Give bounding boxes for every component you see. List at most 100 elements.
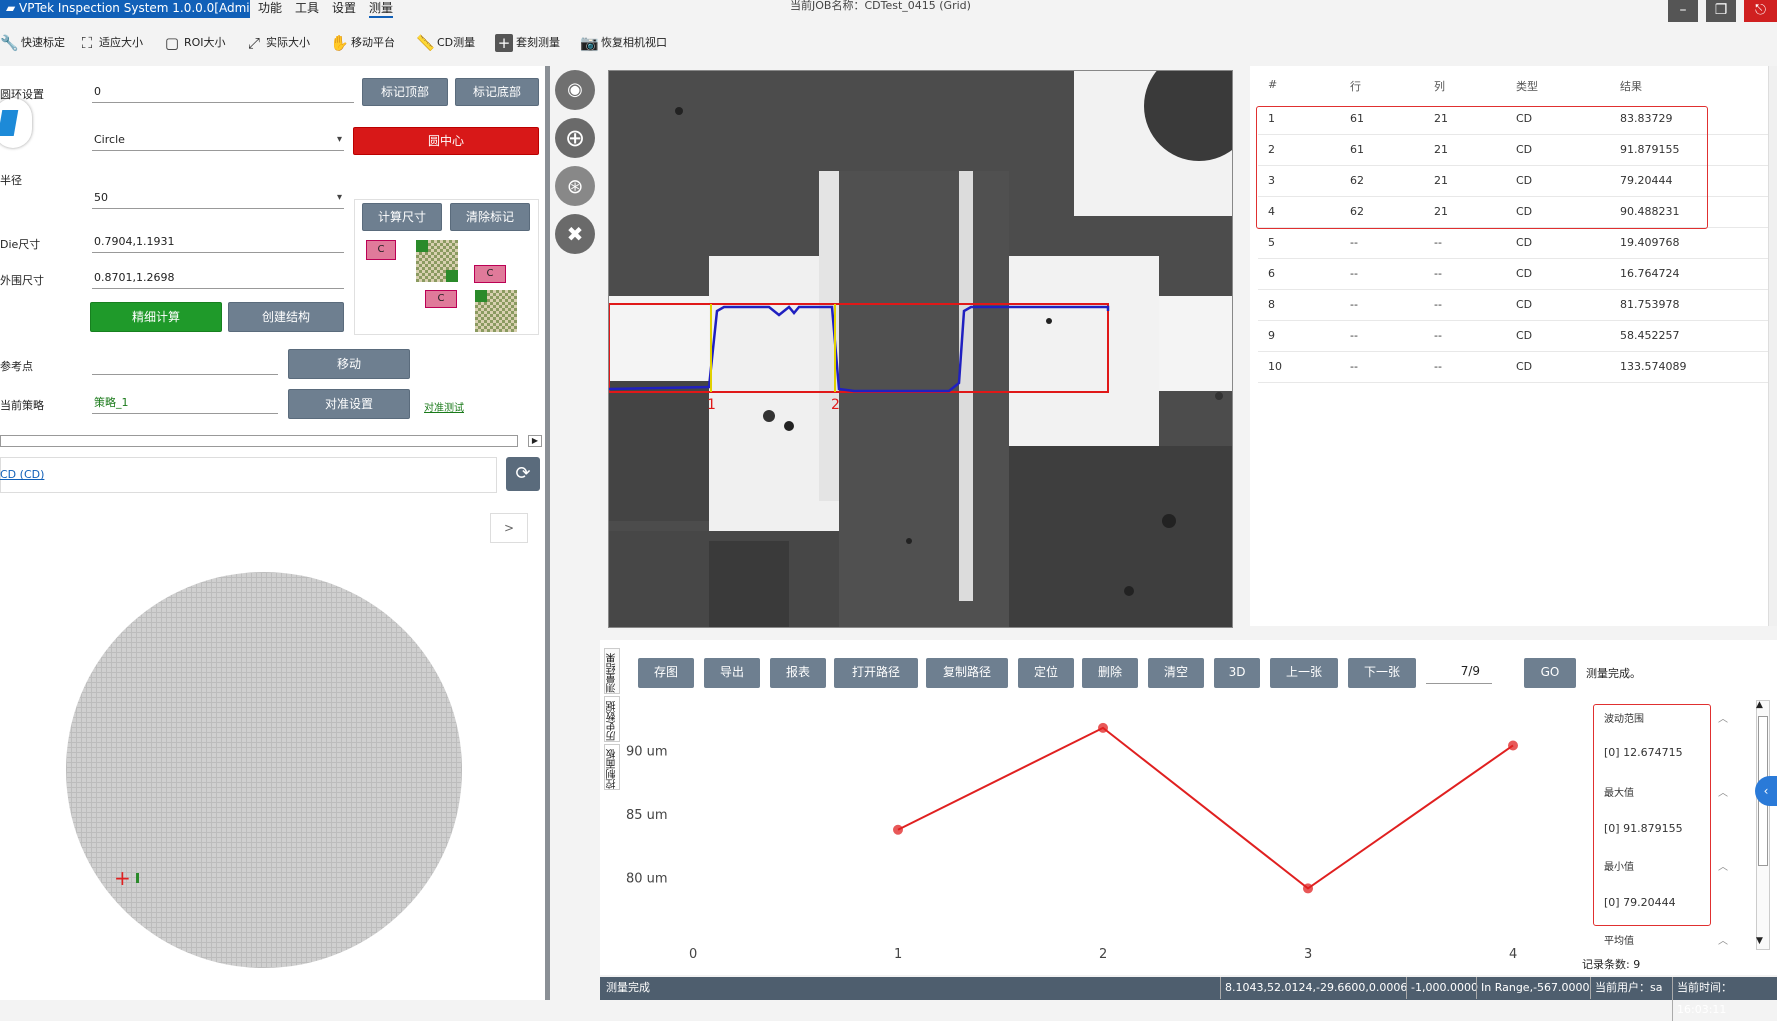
- table-cell[interactable]: --: [1350, 360, 1358, 373]
- camera-image-view[interactable]: 1 2: [608, 70, 1233, 628]
- expand-button[interactable]: >: [490, 513, 528, 543]
- scroll-right-icon[interactable]: ▶: [528, 435, 542, 447]
- table-cell[interactable]: 9: [1268, 329, 1275, 342]
- fine-calc-button[interactable]: 精细计算: [90, 302, 222, 332]
- exit-button[interactable]: ⎋: [1744, 0, 1777, 22]
- table-cell[interactable]: --: [1434, 360, 1442, 373]
- table-cell[interactable]: CD: [1516, 329, 1532, 342]
- table-cell[interactable]: 5: [1268, 236, 1275, 249]
- table-cell[interactable]: --: [1434, 236, 1442, 249]
- next-image-button[interactable]: 下一张: [1348, 658, 1416, 688]
- strategy-field[interactable]: 策略_1: [92, 394, 278, 414]
- page-field[interactable]: 7/9: [1426, 664, 1492, 684]
- app-logo: [0, 98, 32, 148]
- cd-item-link[interactable]: CD (CD): [0, 468, 44, 481]
- scroll-down-icon[interactable]: ▼: [1756, 936, 1763, 946]
- table-cell[interactable]: 16.764724: [1620, 267, 1680, 280]
- shape-select[interactable]: Circle: [92, 131, 344, 151]
- refresh-icon[interactable]: ⟳: [506, 457, 540, 491]
- create-structure-button[interactable]: 创建结构: [228, 302, 344, 332]
- radius-select[interactable]: 50: [92, 189, 344, 209]
- align-test-link[interactable]: 对准测试: [424, 399, 464, 414]
- cd-measure-button[interactable]: 📏 CD测量: [416, 30, 475, 56]
- align-settings-button[interactable]: 对准设置: [288, 389, 410, 419]
- move-stage-button[interactable]: ✋ 移动平台: [330, 30, 395, 56]
- mark-bottom-button[interactable]: 标记底部: [455, 78, 539, 106]
- roi-size-button[interactable]: ▢ ROI大小: [163, 30, 226, 56]
- calc-size-button[interactable]: 计算尺寸: [362, 203, 442, 231]
- menu-function[interactable]: 功能: [258, 0, 282, 18]
- table-cell[interactable]: 58.452257: [1620, 329, 1680, 342]
- table-cell[interactable]: 19.409768: [1620, 236, 1680, 249]
- overlay-measure-button[interactable]: + 套刻测量: [495, 30, 560, 56]
- panel-splitter[interactable]: [545, 66, 550, 1000]
- status-z: -1,000.0000: [1406, 977, 1478, 999]
- satellite-icon[interactable]: ✖: [555, 214, 595, 254]
- quick-calibrate-button[interactable]: 🔧 快速标定: [0, 30, 65, 56]
- collapse-avg-icon[interactable]: ︿: [1718, 932, 1728, 947]
- collapse-range-icon[interactable]: ︿: [1718, 710, 1728, 725]
- col-header-result: 结果: [1620, 80, 1642, 93]
- data-point: [893, 824, 903, 835]
- circle-center-button[interactable]: 圆中心: [353, 127, 539, 155]
- maximize-button[interactable]: ❐: [1706, 0, 1736, 22]
- clear-button[interactable]: 清空: [1148, 658, 1204, 688]
- prev-image-button[interactable]: 上一张: [1270, 658, 1338, 688]
- table-cell[interactable]: CD: [1516, 360, 1532, 373]
- capture-camera-icon[interactable]: ◉: [555, 70, 595, 110]
- collapse-max-icon[interactable]: ︿: [1718, 784, 1728, 799]
- menu-measure[interactable]: 测量: [369, 0, 394, 18]
- wafer-map[interactable]: [66, 572, 462, 968]
- actual-size-button[interactable]: ⤢ 实际大小: [245, 30, 310, 56]
- table-cell[interactable]: 8: [1268, 298, 1275, 311]
- table-cell[interactable]: --: [1350, 267, 1358, 280]
- table-cell[interactable]: CD: [1516, 236, 1532, 249]
- table-row-divider: [1258, 320, 1768, 321]
- scroll-up-icon[interactable]: ▲: [1756, 700, 1763, 710]
- record-count: 记录条数: 9: [1582, 958, 1641, 971]
- table-cell[interactable]: --: [1434, 298, 1442, 311]
- go-button[interactable]: GO: [1524, 658, 1576, 688]
- open-path-button[interactable]: 打开路径: [834, 658, 918, 688]
- outer-size-field[interactable]: 0.8701,1.2698: [92, 269, 344, 289]
- table-cell[interactable]: 10: [1268, 360, 1282, 373]
- locate-button[interactable]: 定位: [1018, 658, 1074, 688]
- table-cell[interactable]: --: [1350, 298, 1358, 311]
- move-button[interactable]: 移动: [288, 349, 410, 379]
- menu-settings[interactable]: 设置: [332, 0, 356, 18]
- table-cell[interactable]: --: [1350, 329, 1358, 342]
- fit-size-button[interactable]: ⛶ 适应大小: [78, 30, 143, 56]
- ref-point-field[interactable]: [92, 355, 278, 375]
- collapse-side-icon[interactable]: ‹: [1755, 776, 1777, 806]
- table-cell[interactable]: CD: [1516, 298, 1532, 311]
- tab-history[interactable]: 历史数据: [604, 696, 620, 742]
- 3d-button[interactable]: 3D: [1214, 658, 1260, 688]
- tab-measure-results[interactable]: 测量结果: [604, 648, 620, 694]
- table-cell[interactable]: 81.753978: [1620, 298, 1680, 311]
- save-image-button[interactable]: 存图: [638, 658, 694, 688]
- menu-tools[interactable]: 工具: [295, 0, 319, 18]
- table-cell[interactable]: --: [1434, 267, 1442, 280]
- horizontal-scrollbar[interactable]: [0, 435, 518, 447]
- clear-mark-button[interactable]: 清除标记: [450, 203, 530, 231]
- ring-settings-field[interactable]: 0: [92, 83, 354, 103]
- minimize-button[interactable]: –: [1668, 0, 1698, 22]
- tab-control-panel[interactable]: 控制面板: [604, 744, 620, 790]
- plus-icon: +: [495, 34, 513, 52]
- results-scrollbar[interactable]: [1768, 66, 1777, 626]
- table-cell[interactable]: 133.574089: [1620, 360, 1686, 373]
- table-cell[interactable]: CD: [1516, 267, 1532, 280]
- grid-globe-icon[interactable]: ⊕: [555, 118, 595, 158]
- collapse-min-icon[interactable]: ︿: [1718, 858, 1728, 873]
- table-cell[interactable]: --: [1434, 329, 1442, 342]
- table-cell[interactable]: 6: [1268, 267, 1275, 280]
- export-button[interactable]: 导出: [704, 658, 760, 688]
- copy-path-button[interactable]: 复制路径: [926, 658, 1008, 688]
- restore-camera-view-button[interactable]: 📷 恢复相机视口: [580, 30, 667, 56]
- globe-list-icon[interactable]: ⊛: [555, 166, 595, 206]
- delete-button[interactable]: 删除: [1082, 658, 1138, 688]
- report-button[interactable]: 报表: [770, 658, 826, 688]
- mark-top-button[interactable]: 标记顶部: [362, 78, 448, 106]
- die-size-field[interactable]: 0.7904,1.1931: [92, 233, 344, 253]
- table-cell[interactable]: --: [1350, 236, 1358, 249]
